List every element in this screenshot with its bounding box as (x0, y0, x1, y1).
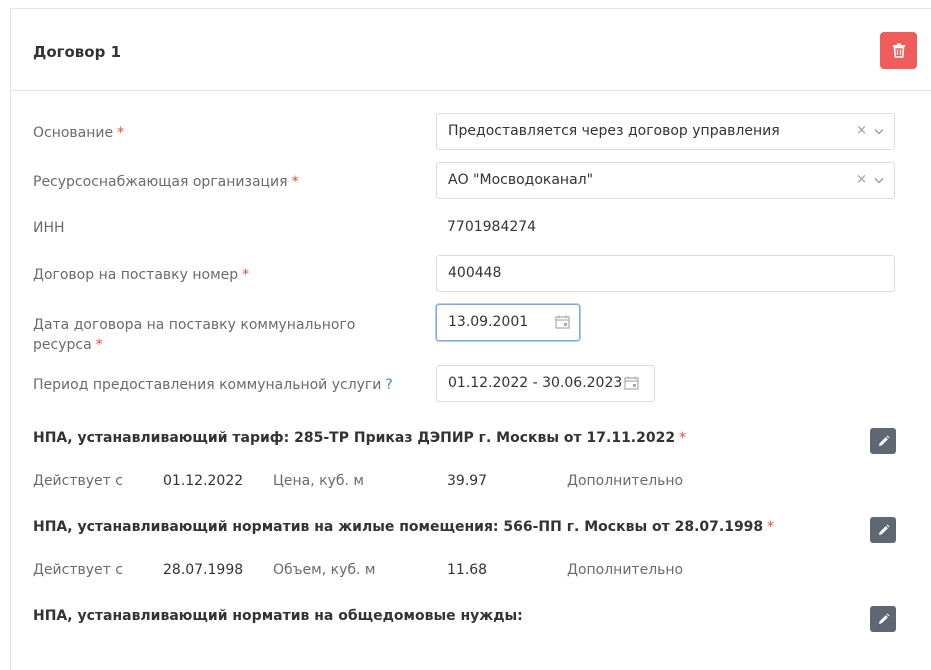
chevron-down-icon[interactable] (874, 177, 884, 184)
required-mark: * (117, 125, 125, 141)
edit-npa-norm-living-button[interactable] (870, 517, 896, 543)
trash-icon (892, 43, 905, 58)
price-value: 39.97 (447, 473, 488, 489)
basis-select[interactable]: Предоставляется через договор управления… (436, 113, 895, 150)
card-header: Договор 1 (11, 9, 931, 91)
contract-date-value: 13.09.2001 (448, 314, 529, 330)
npa-norm-living-title: НПА, устанавливающий норматив на жилые п… (33, 519, 775, 535)
edit-npa-tariff-button[interactable] (870, 428, 896, 454)
additional-link[interactable]: Дополнительно (567, 562, 683, 578)
required-mark: * (291, 174, 299, 190)
volume-value: 11.68 (447, 562, 488, 578)
required-mark: * (679, 430, 687, 446)
delete-contract-button[interactable] (880, 32, 917, 69)
contract-number-label: Договор на поставку номер * (33, 267, 250, 283)
required-mark: * (767, 519, 775, 535)
clear-icon[interactable]: × (856, 123, 867, 138)
pencil-icon (878, 613, 889, 624)
inn-label: ИНН (33, 220, 65, 236)
required-mark: * (95, 337, 103, 353)
valid-from-label: Действует с (33, 473, 123, 489)
calendar-icon[interactable] (555, 315, 570, 329)
pencil-icon (878, 435, 889, 446)
calendar-icon[interactable] (624, 376, 639, 390)
inn-value: 7701984274 (447, 219, 537, 235)
card-title: Договор 1 (33, 43, 122, 61)
help-icon[interactable]: ? (385, 377, 392, 393)
period-input[interactable]: 01.12.2022 - 30.06.2023 (436, 365, 655, 402)
chevron-down-icon[interactable] (874, 128, 884, 135)
contract-card: Договор 1 Основание * Предоставляется чер… (10, 8, 931, 670)
pencil-icon (878, 524, 889, 535)
npa-norm-common-title: НПА, устанавливающий норматив на общедом… (33, 608, 523, 624)
npa-tariff-title: НПА, устанавливающий тариф: 285-ТР Прика… (33, 430, 687, 446)
valid-from-label: Действует с (33, 562, 123, 578)
edit-npa-norm-common-button[interactable] (870, 606, 896, 632)
org-select-value: АО "Мосводоканал" (448, 172, 594, 188)
clear-icon[interactable]: × (856, 172, 867, 187)
price-label: Цена, куб. м (273, 473, 364, 489)
basis-label: Основание * (33, 125, 125, 141)
period-value: 01.12.2022 - 30.06.2023 (448, 375, 623, 391)
valid-from-value: 01.12.2022 (163, 473, 244, 489)
valid-from-value: 28.07.1998 (163, 562, 244, 578)
volume-label: Объем, куб. м (273, 562, 376, 578)
period-label: Период предоставления коммунальной услуг… (33, 377, 393, 393)
contract-number-value: 400448 (448, 265, 502, 281)
basis-select-value: Предоставляется через договор управления (448, 123, 780, 139)
contract-date-label: Дата договора на поставку коммунального … (33, 317, 356, 353)
additional-link[interactable]: Дополнительно (567, 473, 683, 489)
contract-number-input[interactable]: 400448 (436, 255, 895, 292)
org-select[interactable]: АО "Мосводоканал" × (436, 162, 895, 199)
org-label: Ресурсоснабжающая организация * (33, 174, 299, 190)
required-mark: * (242, 267, 250, 283)
contract-date-input[interactable]: 13.09.2001 (436, 304, 580, 341)
